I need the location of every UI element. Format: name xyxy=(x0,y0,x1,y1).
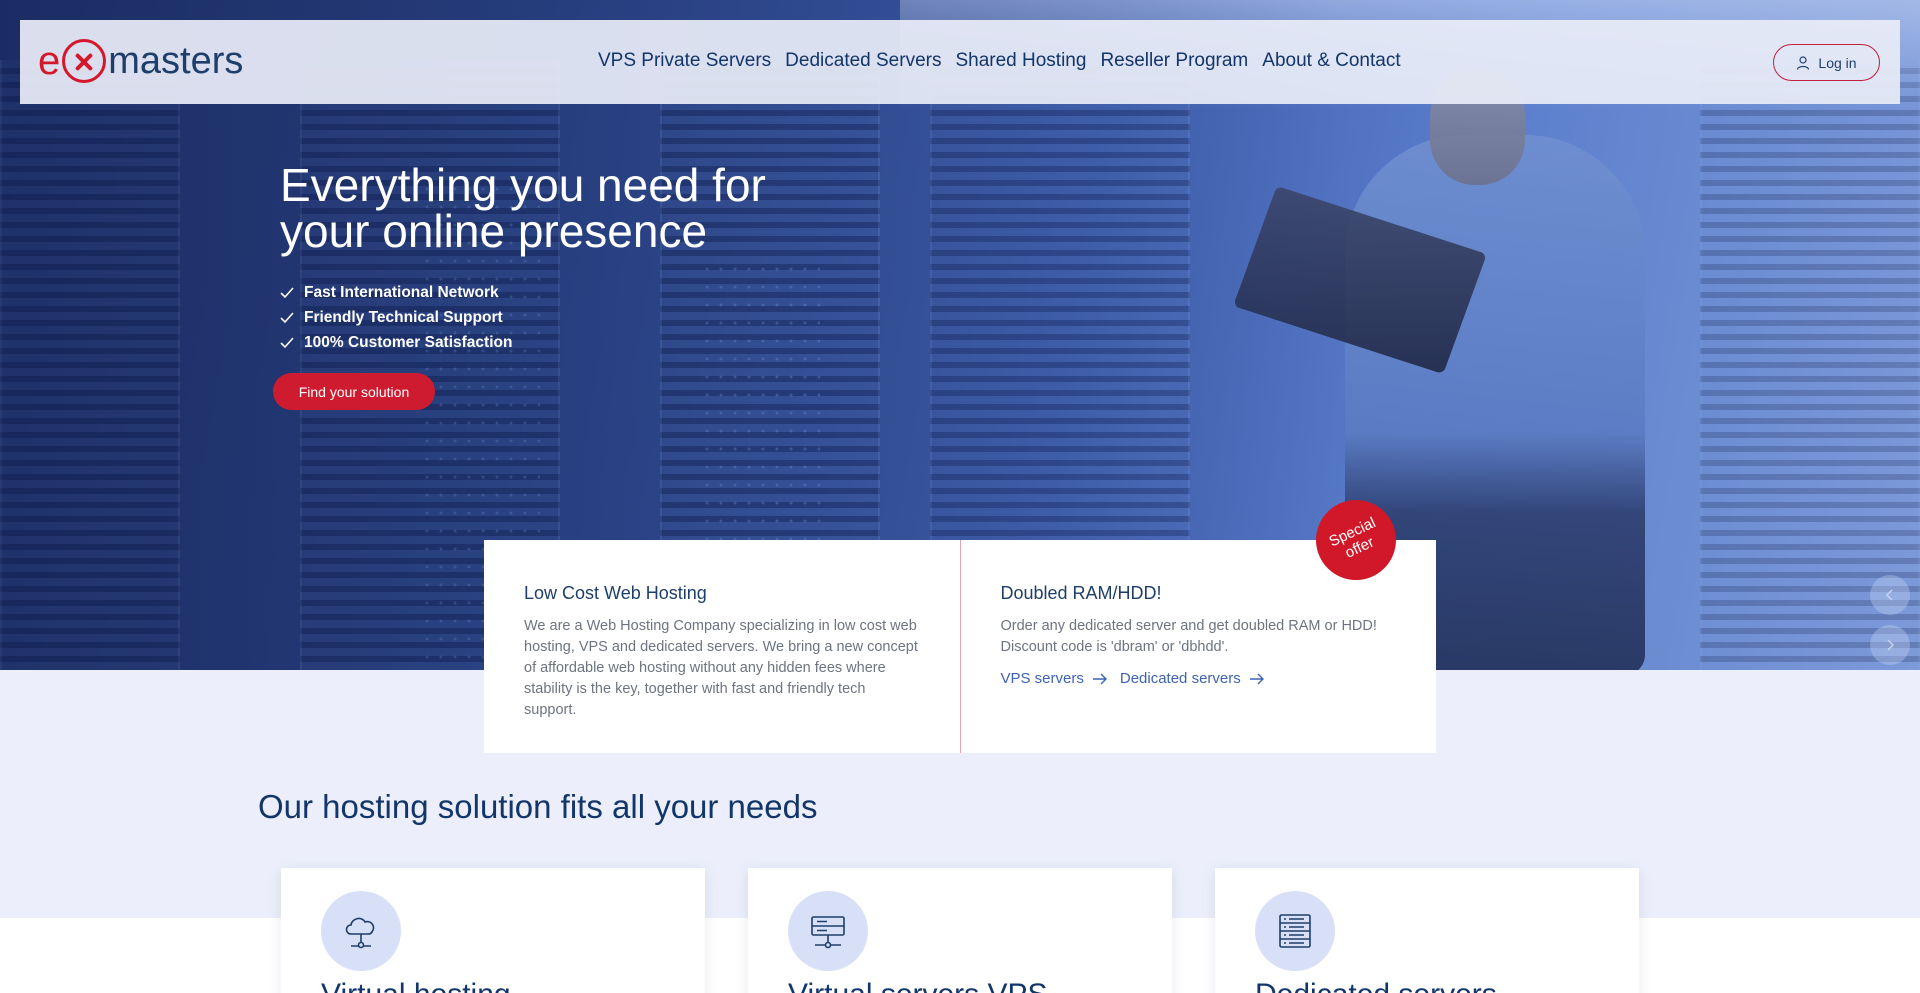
server-network-icon xyxy=(811,916,845,949)
dedicated-servers-link[interactable]: Dedicated servers xyxy=(1120,670,1265,687)
check-icon xyxy=(280,336,294,348)
info-card-hosting: Low Cost Web Hosting We are a Web Hostin… xyxy=(484,540,960,753)
nav-item-shared[interactable]: Shared Hosting xyxy=(955,50,1086,72)
logo-x-mark-icon xyxy=(62,39,107,83)
special-offer-badge: Special offer xyxy=(1316,500,1396,580)
check-icon xyxy=(280,286,294,298)
badge-label: Special offer xyxy=(1326,514,1379,562)
check-icon xyxy=(280,311,294,323)
offer-links: VPS servers Dedicated servers xyxy=(1001,670,1397,687)
info-text: Order any dedicated server and get doubl… xyxy=(1000,618,1377,655)
feature-label: Friendly Technical Support xyxy=(304,308,503,326)
nav-item-dedicated[interactable]: Dedicated Servers xyxy=(785,50,941,72)
nav-item-about[interactable]: About & Contact xyxy=(1262,50,1400,72)
hero-title: Everything you need for your online pres… xyxy=(280,159,766,257)
nav-item-vps[interactable]: VPS Private Servers xyxy=(598,50,771,72)
card-title: Virtual servers VPS xyxy=(788,978,1048,993)
link-label: VPS servers xyxy=(1000,670,1084,687)
server-rack-icon xyxy=(1279,914,1311,948)
card-title: Virtual hosting xyxy=(321,978,511,993)
arrow-right-icon xyxy=(1092,673,1107,684)
info-title: Low Cost Web Hosting xyxy=(524,583,707,603)
solutions-heading: Our hosting solution fits all your needs xyxy=(258,788,818,825)
solution-card-vps[interactable]: Virtual servers VPS xyxy=(748,868,1172,993)
icon-circle xyxy=(1255,891,1335,971)
link-label: Dedicated servers xyxy=(1119,670,1241,687)
chevron-left-icon xyxy=(1885,589,1893,601)
nav-item-reseller[interactable]: Reseller Program xyxy=(1100,50,1248,72)
site-header: e masters VPS Private Servers Dedicated … xyxy=(20,20,1900,104)
chevron-right-icon xyxy=(1887,639,1895,651)
login-label: Log in xyxy=(1818,54,1857,71)
cloud-network-icon xyxy=(345,917,375,949)
logo-prefix: e xyxy=(38,39,61,83)
find-solution-button[interactable]: Find your solution xyxy=(273,373,435,410)
vps-servers-link[interactable]: VPS servers xyxy=(1001,670,1108,687)
login-button[interactable]: Log in xyxy=(1773,44,1880,81)
info-text: We are a Web Hosting Company specializin… xyxy=(524,618,918,718)
feature-item: 100% Customer Satisfaction xyxy=(280,330,512,355)
icon-circle xyxy=(788,891,868,971)
arrow-right-icon xyxy=(1249,673,1264,684)
feature-list: Fast International Network Friendly Tech… xyxy=(280,280,512,355)
solution-card-virtual-hosting[interactable]: Virtual hosting xyxy=(281,868,705,993)
feature-label: Fast International Network xyxy=(304,283,499,301)
feature-item: Friendly Technical Support xyxy=(280,305,512,330)
info-panel: Low Cost Web Hosting We are a Web Hostin… xyxy=(484,540,1436,753)
feature-item: Fast International Network xyxy=(280,280,512,305)
logo-name: masters xyxy=(108,40,244,82)
card-title: Dedicated servers xyxy=(1255,978,1497,993)
site-logo[interactable]: e masters xyxy=(38,36,243,86)
slider-prev-button[interactable] xyxy=(1870,575,1910,615)
icon-circle xyxy=(321,891,401,971)
user-icon xyxy=(1797,55,1810,70)
info-title: Doubled RAM/HDD! xyxy=(1000,583,1162,603)
feature-label: 100% Customer Satisfaction xyxy=(304,333,513,351)
slider-next-button[interactable] xyxy=(1870,625,1910,665)
main-nav: VPS Private Servers Dedicated Servers Sh… xyxy=(598,50,1401,72)
solution-card-dedicated[interactable]: Dedicated servers xyxy=(1215,868,1639,993)
